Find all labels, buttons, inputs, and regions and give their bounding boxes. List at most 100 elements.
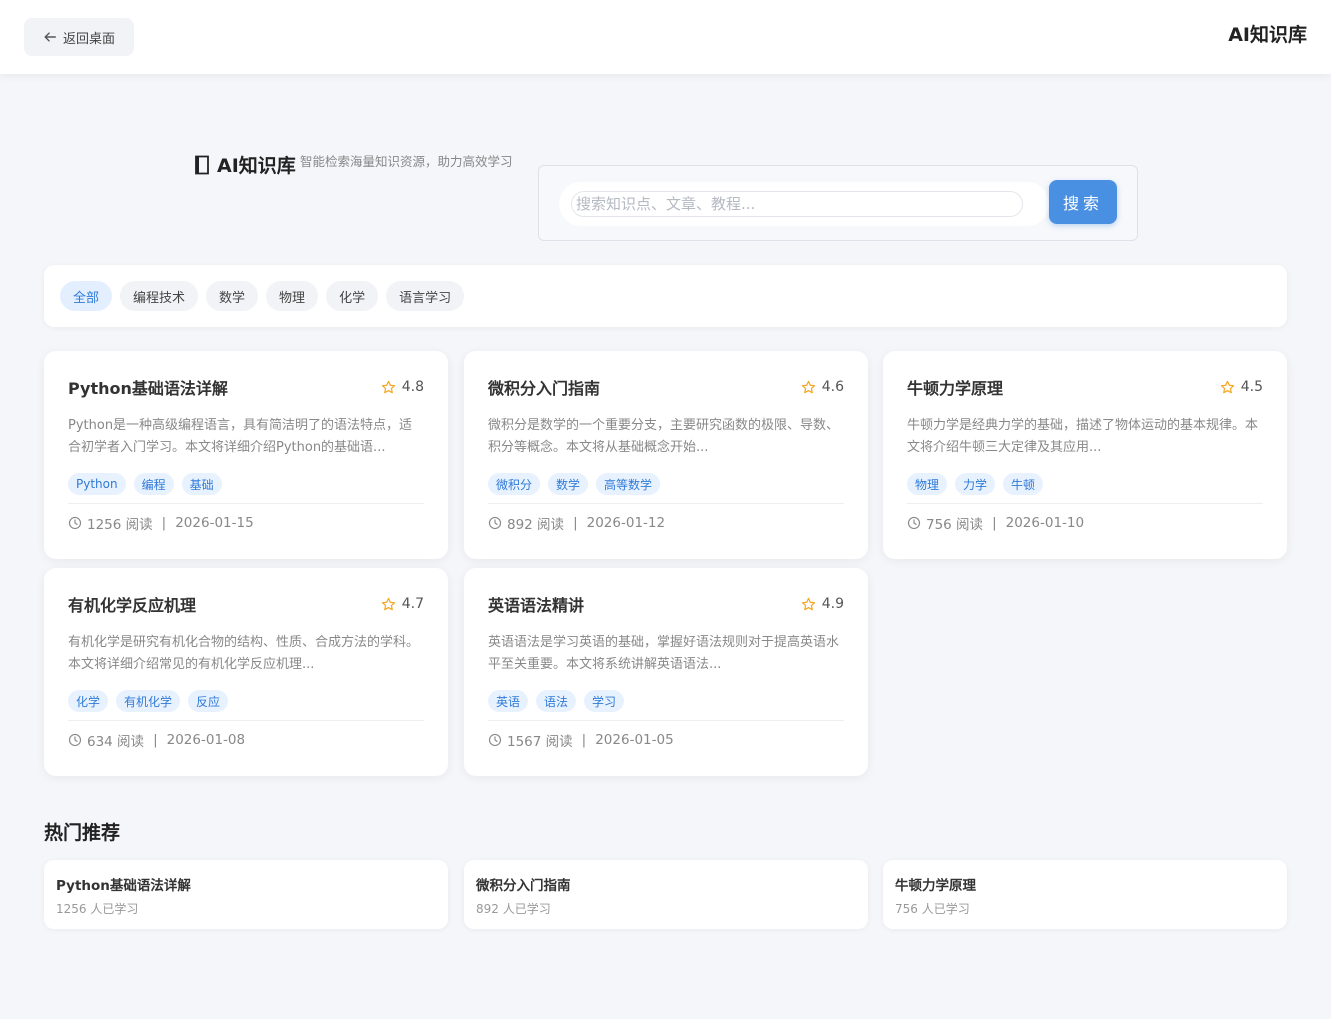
publish-date: 2026-01-05: [595, 732, 674, 748]
filter-chip-language[interactable]: 语言学习: [386, 281, 465, 311]
filter-chip-all[interactable]: 全部: [60, 281, 113, 311]
card-divider: [488, 503, 844, 504]
arrow-left-icon: [44, 32, 56, 42]
card-rating: 4.6: [801, 379, 844, 395]
knowledge-card[interactable]: 牛顿力学原理 4.5 牛顿力学是经典力学的基础，描述了物体运动的基本规律。本文将…: [883, 351, 1287, 559]
filter-chip-programming[interactable]: 编程技术: [120, 281, 199, 311]
tag[interactable]: Python: [68, 473, 126, 495]
tag[interactable]: 力学: [955, 473, 996, 495]
meta-separator: |: [992, 515, 997, 531]
star-icon: [381, 597, 395, 610]
card-meta: 634 阅读 | 2026-01-08: [68, 730, 424, 750]
hot-item-count: 892 人已学习: [476, 902, 551, 916]
card-description: 有机化学是研究有机化合物的结构、性质、合成方法的学科。本文将详细介绍常见的有机化…: [68, 635, 420, 672]
tag[interactable]: 数学: [548, 473, 589, 495]
clock-icon: [68, 516, 82, 530]
tag[interactable]: 牛顿: [1003, 473, 1044, 495]
tag[interactable]: 学习: [584, 690, 625, 712]
hot-item[interactable]: 牛顿力学原理 756 人已学习: [883, 860, 1287, 929]
rating-value: 4.8: [401, 379, 424, 395]
hot-item-name: Python基础语法详解: [56, 878, 191, 894]
card-tags: 物理 力学 牛顿: [907, 473, 1263, 497]
card-rating: 4.9: [801, 596, 844, 612]
brand-title: AI知识库: [1228, 24, 1307, 46]
filter-chip-math[interactable]: 数学: [206, 281, 259, 311]
star-icon: [801, 597, 815, 610]
search-box: 搜索: [538, 165, 1138, 241]
clock-icon: [488, 516, 502, 530]
meta-separator: |: [161, 515, 167, 531]
rating-value: 4.5: [1240, 379, 1263, 395]
card-description: 牛顿力学是经典力学的基础，描述了物体运动的基本规律。本文将介绍牛顿三大定律及其应…: [907, 418, 1259, 455]
tag[interactable]: 有机化学: [116, 690, 181, 712]
knowledge-card[interactable]: 有机化学反应机理 4.7 有机化学是研究有机化合物的结构、性质、合成方法的学科。…: [44, 568, 448, 776]
rating-value: 4.6: [821, 379, 844, 395]
card-meta: 756 阅读 | 2026-01-10: [907, 513, 1263, 533]
card-divider: [907, 503, 1263, 504]
star-icon: [1220, 380, 1234, 393]
card-description: 微积分是数学的一个重要分支，主要研究函数的极限、导数、积分等概念。本文将从基础概…: [488, 418, 840, 455]
card-tags: Python 编程 基础: [68, 473, 424, 497]
read-count: 634 阅读: [87, 734, 145, 750]
search-input-wrapper: [559, 182, 1049, 226]
clock-icon: [907, 516, 921, 530]
card-rating: 4.5: [1220, 379, 1263, 395]
card-title: 牛顿力学原理: [907, 379, 1004, 398]
search-input[interactable]: [571, 191, 1023, 217]
tag[interactable]: 反应: [188, 690, 229, 712]
back-button-label: 返回桌面: [62, 31, 115, 47]
knowledge-card[interactable]: Python基础语法详解 4.8 Python是一种高级编程语言，具有简洁明了的…: [44, 351, 448, 559]
back-to-desktop-button[interactable]: 返回桌面: [24, 18, 134, 56]
tag[interactable]: 高等数学: [596, 473, 661, 495]
hot-item[interactable]: Python基础语法详解 1256 人已学习: [44, 860, 448, 929]
hot-item-count: 756 人已学习: [895, 902, 970, 916]
knowledge-card[interactable]: 微积分入门指南 4.6 微积分是数学的一个重要分支，主要研究函数的极限、导数、积…: [464, 351, 868, 559]
hot-section-title: 热门推荐: [44, 822, 121, 844]
read-count: 892 阅读: [507, 517, 565, 533]
card-meta: 1567 阅读 | 2026-01-05: [488, 730, 844, 750]
hot-item-name: 牛顿力学原理: [895, 878, 976, 894]
clock-icon: [488, 733, 502, 747]
knowledge-card[interactable]: 英语语法精讲 4.9 英语语法是学习英语的基础，掌握好语法规则对于提高英语水平至…: [464, 568, 868, 776]
tag[interactable]: 基础: [181, 473, 222, 495]
hot-item[interactable]: 微积分入门指南 892 人已学习: [464, 860, 868, 929]
tag[interactable]: 化学: [68, 690, 109, 712]
card-description: 英语语法是学习英语的基础，掌握好语法规则对于提高英语水平至关重要。本文将系统讲解…: [488, 635, 840, 672]
star-icon: [801, 380, 815, 393]
meta-separator: |: [573, 515, 578, 531]
tag[interactable]: 语法: [536, 690, 577, 712]
card-title: 有机化学反应机理: [68, 596, 197, 615]
hero-title: AI知识库: [193, 151, 296, 178]
tag[interactable]: 编程: [133, 473, 174, 495]
search-button[interactable]: 搜索: [1049, 180, 1117, 224]
hot-item-name: 微积分入门指南: [476, 878, 571, 894]
card-tags: 化学 有机化学 反应: [68, 690, 424, 714]
publish-date: 2026-01-12: [586, 515, 666, 531]
read-count: 1256 阅读: [87, 517, 153, 533]
tag[interactable]: 英语: [488, 690, 529, 712]
card-divider: [68, 503, 424, 504]
rating-value: 4.9: [821, 596, 844, 612]
meta-separator: |: [581, 732, 587, 748]
meta-separator: |: [153, 732, 158, 748]
card-title: 微积分入门指南: [488, 379, 601, 398]
hero-title-text: AI知识库: [217, 155, 296, 177]
read-count: 756 阅读: [926, 517, 984, 533]
tag[interactable]: 物理: [907, 473, 948, 495]
clock-icon: [68, 733, 82, 747]
card-divider: [68, 720, 424, 721]
card-description: Python是一种高级编程语言，具有简洁明了的语法特点，适合初学者入门学习。本文…: [68, 418, 413, 455]
hero-subtitle: 智能检索海量知识资源，助力高效学习: [300, 154, 513, 169]
card-meta: 892 阅读 | 2026-01-12: [488, 513, 844, 533]
book-icon: [195, 155, 209, 174]
tag[interactable]: 微积分: [488, 473, 541, 495]
filter-chip-chemistry[interactable]: 化学: [326, 281, 379, 311]
card-tags: 英语 语法 学习: [488, 690, 844, 714]
category-filter-bar: 全部 编程技术 数学 物理 化学 语言学习: [44, 265, 1287, 327]
card-title: 英语语法精讲: [488, 596, 585, 615]
read-count: 1567 阅读: [507, 734, 573, 750]
card-title: Python基础语法详解: [68, 379, 228, 398]
card-tags: 微积分 数学 高等数学: [488, 473, 844, 497]
publish-date: 2026-01-10: [1005, 515, 1085, 531]
filter-chip-physics[interactable]: 物理: [266, 281, 319, 311]
